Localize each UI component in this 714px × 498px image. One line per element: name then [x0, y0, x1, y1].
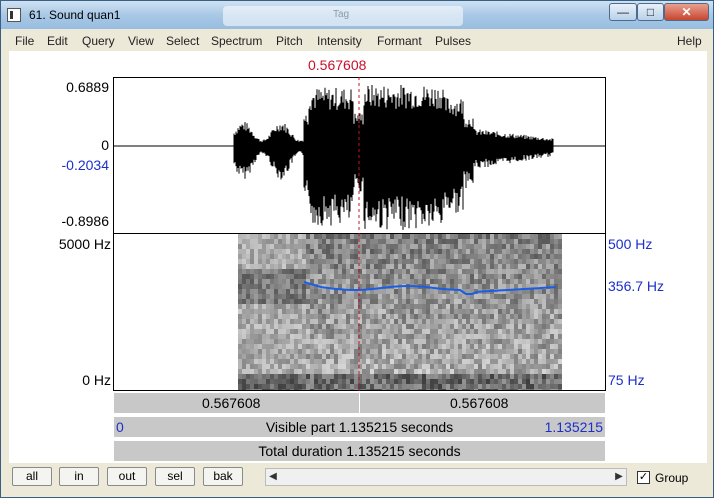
praat-icon — [7, 8, 21, 22]
scroll-right-icon[interactable]: ▶ — [612, 469, 626, 485]
menu-intensity[interactable]: Intensity — [317, 34, 362, 48]
window-title: 61. Sound quan1 — [29, 8, 121, 22]
pitch-cursor-label: 356.7 Hz — [608, 278, 665, 294]
bottom-toolbar: all in out sel bak ◀ ▶ ✓ Group — [9, 463, 707, 491]
wave-zero-label: 0 — [101, 137, 109, 153]
selection-right-time: 0.567608 — [450, 395, 509, 411]
selection-divider — [359, 393, 360, 413]
visible-part-bar[interactable]: 0 Visible part 1.135215 seconds 1.135215 — [113, 416, 606, 438]
zoom-in-button[interactable]: in — [59, 467, 99, 486]
minimize-button[interactable]: — — [609, 3, 637, 21]
selection-bar[interactable]: 0.567608 0.567608 — [113, 392, 606, 414]
title-ghost: Tag — [223, 6, 463, 26]
wave-max-label: 0.6889 — [66, 79, 109, 95]
group-label: Group — [655, 471, 689, 485]
horizontal-scrollbar[interactable]: ◀ ▶ — [265, 468, 627, 486]
close-button[interactable]: ✕ — [664, 3, 709, 21]
group-checkbox[interactable]: ✓ — [637, 471, 650, 484]
menu-view[interactable]: View — [128, 34, 154, 48]
zoom-sel-button[interactable]: sel — [155, 467, 195, 486]
total-duration-label: Total duration 1.135215 seconds — [258, 443, 461, 459]
menu-file[interactable]: File — [15, 34, 34, 48]
cursor-line-layer — [358, 77, 360, 391]
menu-formant[interactable]: Formant — [377, 34, 422, 48]
zoom-all-button[interactable]: all — [12, 467, 52, 486]
scroll-left-icon[interactable]: ◀ — [266, 469, 280, 485]
maximize-button[interactable]: □ — [637, 3, 664, 21]
menu-edit[interactable]: Edit — [47, 34, 68, 48]
cursor-time-label: 0.567608 — [308, 57, 367, 73]
menu-pulses[interactable]: Pulses — [435, 34, 471, 48]
zoom-out-button[interactable]: out — [107, 467, 147, 486]
zoom-back-button[interactable]: bak — [203, 467, 243, 486]
menu-query[interactable]: Query — [82, 34, 115, 48]
menu-help[interactable]: Help — [677, 34, 702, 48]
title-ghost-text: Tag — [333, 9, 350, 20]
total-duration-bar[interactable]: Total duration 1.135215 seconds — [113, 440, 606, 462]
menu-bar: File Edit Query View Select Spectrum Pit… — [9, 32, 707, 51]
visible-part-label: Visible part 1.135215 seconds — [265, 419, 454, 435]
selection-left-time: 0.567608 — [202, 395, 261, 411]
pitch-bottom-label: 75 Hz — [608, 372, 645, 388]
sound-editor-window: 61. Sound quan1 Tag — □ ✕ File Edit Quer… — [0, 0, 714, 498]
menu-spectrum[interactable]: Spectrum — [211, 34, 262, 48]
spec-bottom-label: 0 Hz — [82, 372, 111, 388]
menu-pitch[interactable]: Pitch — [276, 34, 303, 48]
menu-select[interactable]: Select — [166, 34, 199, 48]
spec-top-label: 5000 Hz — [58, 236, 111, 252]
title-bar[interactable]: 61. Sound quan1 Tag — □ ✕ — [1, 1, 713, 29]
wave-cursor-value: -0.2034 — [61, 157, 109, 173]
wave-min-label: -0.8986 — [61, 213, 109, 229]
visible-end-time: 1.135215 — [544, 419, 603, 435]
pitch-top-label: 500 Hz — [608, 236, 653, 252]
